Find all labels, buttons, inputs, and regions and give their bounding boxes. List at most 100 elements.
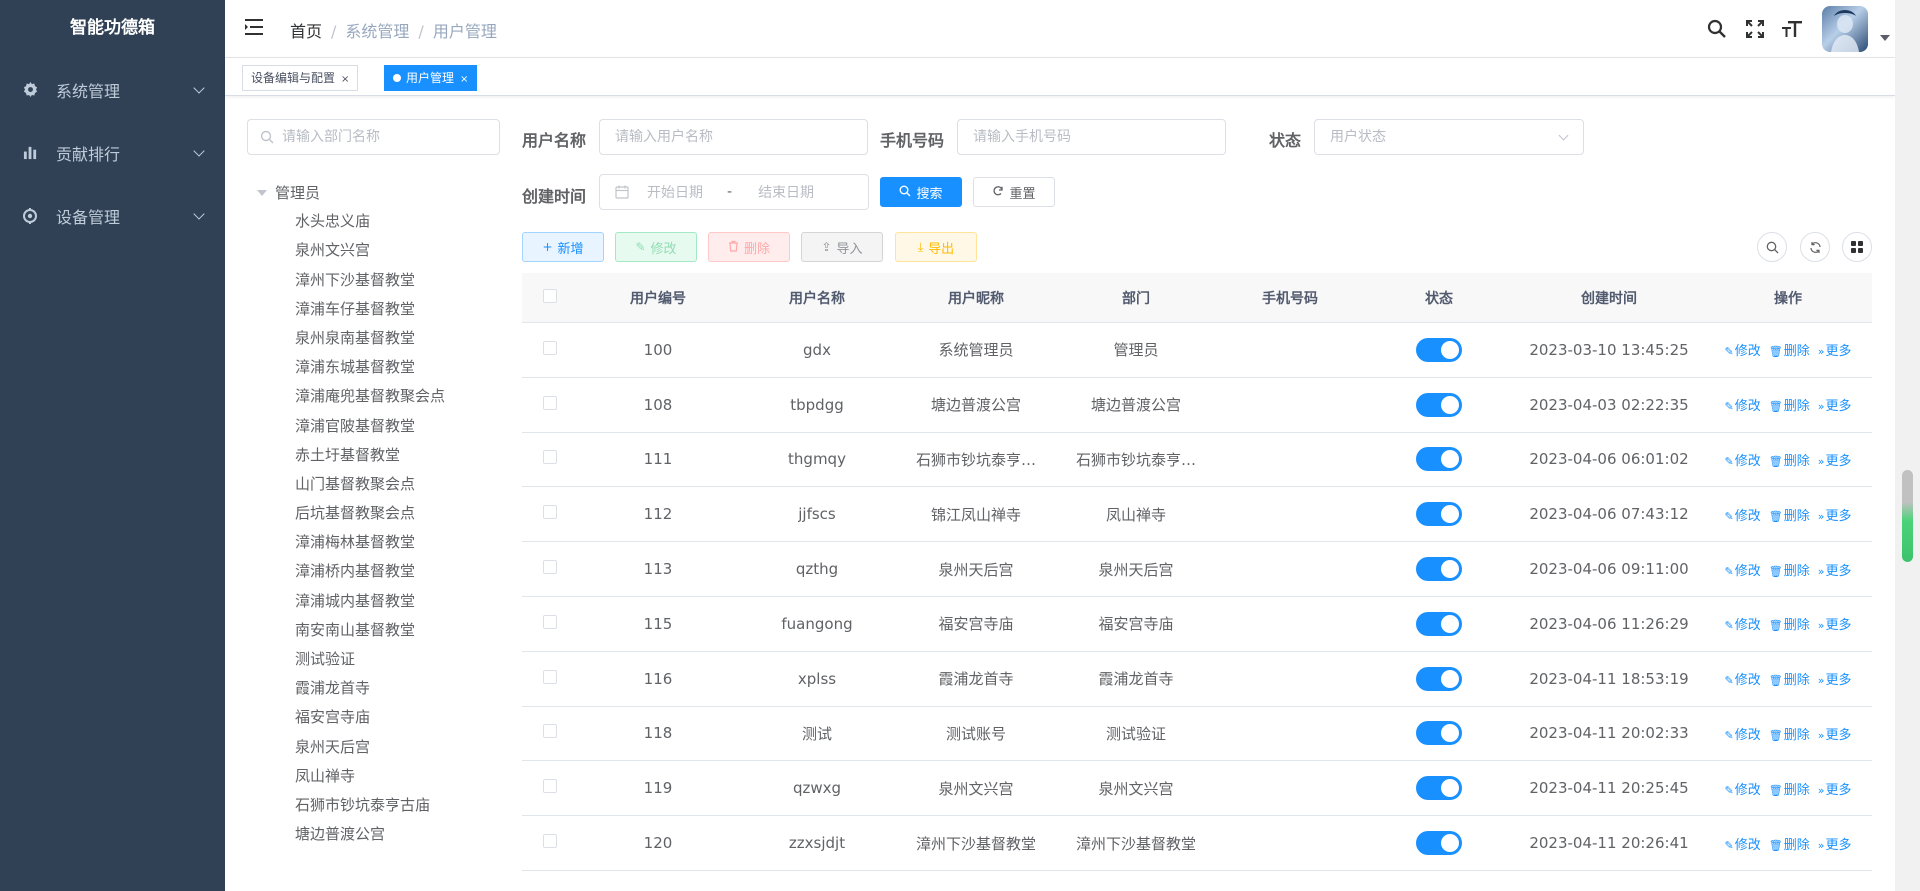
row-checkbox[interactable] bbox=[543, 450, 557, 465]
delete-button[interactable]: 删除 bbox=[708, 232, 790, 262]
dept-search-input[interactable] bbox=[282, 129, 482, 145]
tree-node[interactable]: 漳浦桥内基督教堂 bbox=[254, 557, 445, 586]
row-delete-link[interactable]: 🗑删除 bbox=[1769, 340, 1810, 359]
row-delete-link[interactable]: 🗑删除 bbox=[1769, 669, 1810, 688]
start-date-input[interactable]: 开始日期 bbox=[647, 182, 703, 202]
row-delete-link[interactable]: 🗑删除 bbox=[1769, 450, 1810, 469]
table-row[interactable]: 113 qzthg 泉州天后宫 泉州天后宫 2023-04-06 09:11:00 ✎修改… bbox=[522, 542, 1872, 597]
tab-user-management[interactable]: 用户管理 × bbox=[384, 65, 478, 91]
table-row[interactable]: 116 xplss 霞浦龙首寺 霞浦龙首寺 2023-04-11 18:53:19 ✎修改… bbox=[522, 652, 1872, 707]
hamburger-icon[interactable] bbox=[245, 18, 265, 36]
tree-node[interactable]: 凤山禅寺 bbox=[254, 762, 445, 791]
row-edit-link[interactable]: ✎修改 bbox=[1725, 560, 1761, 579]
row-delete-link[interactable]: 🗑删除 bbox=[1769, 395, 1810, 414]
row-edit-link[interactable]: ✎修改 bbox=[1725, 669, 1761, 688]
row-delete-link[interactable]: 🗑删除 bbox=[1769, 560, 1810, 579]
status-switch[interactable] bbox=[1416, 447, 1462, 472]
tree-node[interactable]: 漳浦庵兜基督教聚会点 bbox=[254, 382, 445, 411]
toggle-search-button[interactable] bbox=[1757, 232, 1787, 262]
status-switch[interactable] bbox=[1416, 776, 1462, 801]
row-delete-link[interactable]: 🗑删除 bbox=[1769, 779, 1810, 798]
row-more-link[interactable]: »更多 bbox=[1818, 560, 1852, 579]
status-switch[interactable] bbox=[1416, 831, 1462, 856]
row-more-link[interactable]: »更多 bbox=[1818, 614, 1852, 633]
status-switch[interactable] bbox=[1416, 666, 1462, 691]
table-row[interactable]: 112 jjfscs 锦江凤山禅寺 凤山禅寺 2023-04-06 07:43:12 ✎修… bbox=[522, 487, 1872, 543]
row-edit-link[interactable]: ✎修改 bbox=[1725, 395, 1761, 414]
row-delete-link[interactable]: 🗑删除 bbox=[1769, 614, 1810, 633]
tree-node[interactable]: 水头忠义庙 bbox=[254, 207, 445, 236]
tree-node[interactable]: 霞浦龙首寺 bbox=[254, 674, 445, 703]
sidebar-item-ranking[interactable]: 贡献排行 bbox=[0, 121, 225, 184]
row-more-link[interactable]: »更多 bbox=[1818, 505, 1852, 524]
table-row[interactable]: 108 tbpdgg 塘边普渡公宫 塘边普渡公宫 2023-04-03 02:22:35… bbox=[522, 378, 1872, 433]
tree-node[interactable]: 塘边普渡公宫 bbox=[254, 820, 445, 849]
fullscreen-icon[interactable] bbox=[1736, 0, 1774, 58]
date-range-picker[interactable]: 开始日期 - 结束日期 bbox=[599, 174, 869, 210]
page-scrollbar[interactable] bbox=[1895, 0, 1920, 891]
tree-node[interactable]: 石狮市钞坑泰亨古庙 bbox=[254, 791, 445, 820]
sidebar-item-system[interactable]: 系统管理 bbox=[0, 58, 225, 121]
table-row[interactable]: 111 thgmqy 石狮市钞坑泰亨… 石狮市钞坑泰亨… 2023-04-06 06:0… bbox=[522, 433, 1872, 488]
status-switch[interactable] bbox=[1416, 392, 1462, 417]
row-checkbox[interactable] bbox=[543, 724, 557, 739]
select-all-checkbox[interactable] bbox=[543, 288, 557, 303]
search-button[interactable]: 搜索 bbox=[880, 177, 962, 207]
row-checkbox[interactable] bbox=[543, 395, 557, 410]
breadcrumb-system[interactable]: 系统管理 bbox=[345, 22, 409, 41]
tree-node[interactable]: 漳浦车仔基督教堂 bbox=[254, 295, 445, 324]
avatar[interactable] bbox=[1822, 6, 1868, 52]
tree-root[interactable]: 管理员 bbox=[254, 178, 445, 207]
scrollbar-thumb[interactable] bbox=[1902, 470, 1913, 562]
columns-button[interactable] bbox=[1842, 232, 1872, 262]
caret-down-icon[interactable] bbox=[1880, 35, 1890, 41]
table-row[interactable]: 118 测试 测试账号 测试验证 2023-04-11 20:02:33 ✎修改 🗑删除 »更… bbox=[522, 707, 1872, 762]
row-edit-link[interactable]: ✎修改 bbox=[1725, 779, 1761, 798]
reset-button[interactable]: 重置 bbox=[973, 177, 1055, 207]
phone-input[interactable] bbox=[973, 129, 1225, 145]
row-edit-link[interactable]: ✎修改 bbox=[1725, 834, 1761, 853]
tree-node[interactable]: 漳州下沙基督教堂 bbox=[254, 266, 445, 295]
status-select[interactable] bbox=[1314, 119, 1584, 155]
tree-node[interactable]: 赤土圩基督教堂 bbox=[254, 441, 445, 470]
tree-node[interactable]: 福安宫寺庙 bbox=[254, 703, 445, 732]
import-button[interactable]: ⇪ 导入 bbox=[801, 232, 883, 262]
breadcrumb-home[interactable]: 首页 bbox=[290, 22, 322, 41]
table-row[interactable]: 120 zzxsjdjt 漳州下沙基督教堂 漳州下沙基督教堂 2023-04-11 20… bbox=[522, 816, 1872, 871]
add-button[interactable]: + 新增 bbox=[522, 232, 604, 262]
row-checkbox[interactable] bbox=[543, 340, 557, 355]
row-checkbox[interactable] bbox=[543, 834, 557, 849]
table-row[interactable]: 115 fuangong 福安宫寺庙 福安宫寺庙 2023-04-06 11:26:29… bbox=[522, 597, 1872, 652]
status-switch[interactable] bbox=[1416, 721, 1462, 746]
row-delete-link[interactable]: 🗑删除 bbox=[1769, 505, 1810, 524]
tree-node[interactable]: 漳浦官陂基督教堂 bbox=[254, 412, 445, 441]
status-switch[interactable] bbox=[1416, 611, 1462, 636]
username-input[interactable] bbox=[615, 129, 867, 145]
tree-node[interactable]: 泉州天后宫 bbox=[254, 733, 445, 762]
tree-node[interactable]: 山门基督教聚会点 bbox=[254, 470, 445, 499]
row-edit-link[interactable]: ✎修改 bbox=[1725, 340, 1761, 359]
end-date-input[interactable]: 结束日期 bbox=[758, 182, 814, 202]
row-more-link[interactable]: »更多 bbox=[1818, 395, 1852, 414]
row-more-link[interactable]: »更多 bbox=[1818, 450, 1852, 469]
row-edit-link[interactable]: ✎修改 bbox=[1725, 450, 1761, 469]
row-more-link[interactable]: »更多 bbox=[1818, 834, 1852, 853]
row-edit-link[interactable]: ✎修改 bbox=[1725, 614, 1761, 633]
tree-node[interactable]: 漳浦城内基督教堂 bbox=[254, 587, 445, 616]
row-checkbox[interactable] bbox=[543, 669, 557, 684]
refresh-button[interactable] bbox=[1800, 232, 1830, 262]
row-delete-link[interactable]: 🗑删除 bbox=[1769, 724, 1810, 743]
status-switch[interactable] bbox=[1416, 502, 1462, 527]
row-more-link[interactable]: »更多 bbox=[1818, 779, 1852, 798]
table-row[interactable]: 119 qzwxg 泉州文兴宫 泉州文兴宫 2023-04-11 20:25:45 ✎修改… bbox=[522, 761, 1872, 817]
row-edit-link[interactable]: ✎修改 bbox=[1725, 505, 1761, 524]
tree-node[interactable]: 漳浦东城基督教堂 bbox=[254, 353, 445, 382]
close-icon[interactable]: × bbox=[460, 74, 468, 85]
tree-node[interactable]: 南安南山基督教堂 bbox=[254, 616, 445, 645]
tree-node[interactable]: 测试验证 bbox=[254, 645, 445, 674]
tree-node[interactable]: 后坑基督教聚会点 bbox=[254, 499, 445, 528]
row-more-link[interactable]: »更多 bbox=[1818, 340, 1852, 359]
table-row[interactable]: 100 gdx 系统管理员 管理员 2023-03-10 13:45:25 ✎修改 🗑删除 »… bbox=[522, 323, 1872, 378]
status-select-input[interactable] bbox=[1330, 129, 1583, 145]
tab-device-config[interactable]: 设备编辑与配置 × bbox=[242, 65, 359, 91]
